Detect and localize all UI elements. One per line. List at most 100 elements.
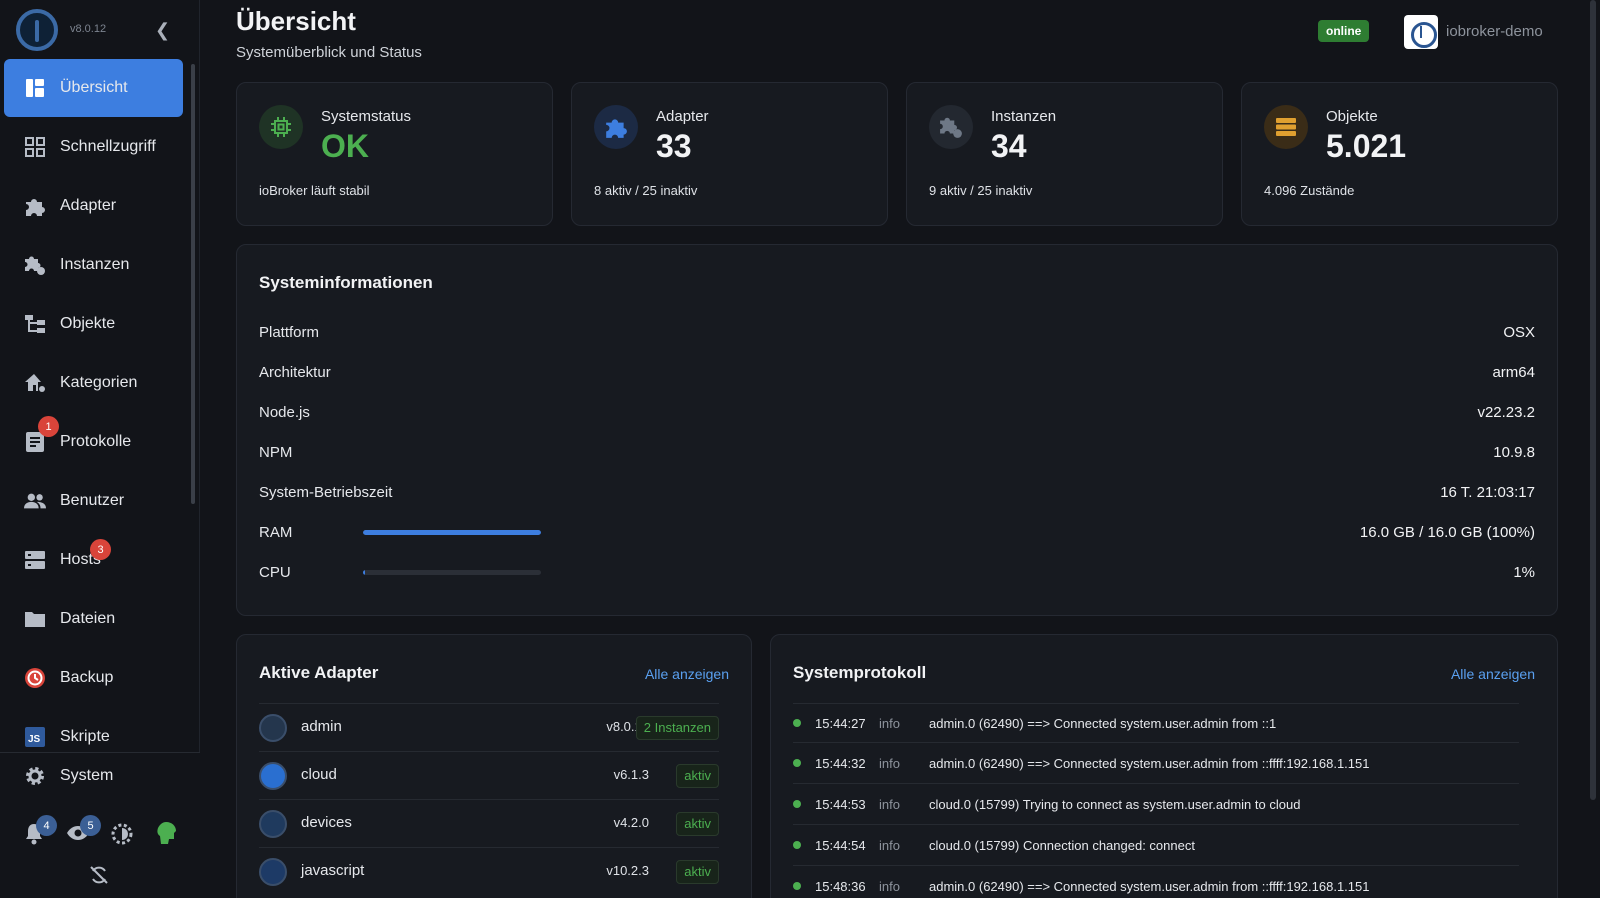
sidebar-item-label: Schnellzugriff [60, 138, 156, 155]
stat-card-instanzen: Instanzen 34 9 aktiv / 25 inaktiv [906, 82, 1223, 226]
log-time: 15:44:32 [815, 756, 866, 771]
log-level: info [879, 756, 900, 771]
cpu-progress-bar [363, 570, 541, 575]
info-value: OSX [1503, 324, 1535, 341]
sidebar-item-adapter[interactable]: Adapter [4, 177, 183, 235]
log-status-dot [793, 841, 801, 849]
log-time: 15:44:27 [815, 716, 866, 731]
main-scrollbar[interactable] [1590, 0, 1596, 800]
sync-off-icon[interactable] [89, 865, 109, 890]
admin-adapter-icon [259, 714, 287, 742]
info-value: v22.23.2 [1477, 404, 1535, 421]
stat-subtext: ioBroker läuft stabil [259, 183, 370, 198]
stat-value: OK [321, 128, 369, 164]
stat-label: Adapter [656, 108, 709, 125]
gear-icon [24, 765, 46, 787]
devices-adapter-icon [259, 810, 287, 838]
host-name[interactable]: iobroker-demo [1446, 23, 1543, 40]
stat-label: Objekte [1326, 108, 1378, 125]
section-title: Aktive Adapter [259, 663, 379, 682]
main-content: Übersicht Systemüberblick und Status onl… [200, 0, 1582, 898]
sidebar-item-label: Backup [60, 669, 114, 686]
log-message: cloud.0 (15799) Trying to connect as sys… [929, 797, 1301, 812]
dashboard-icon [24, 77, 46, 99]
adapter-name: javascript [301, 862, 365, 879]
adapters-show-all-link[interactable]: Alle anzeigen [645, 666, 729, 682]
sidebar-item-label: Kategorien [60, 374, 138, 391]
info-label: Architektur [259, 364, 331, 381]
log-message: admin.0 (62490) ==> Connected system.use… [929, 879, 1370, 894]
stat-label: Instanzen [991, 108, 1057, 125]
server-icon [24, 549, 46, 571]
stat-subtext: 4.096 Zustände [1264, 183, 1355, 198]
log-status-dot [793, 719, 801, 727]
stat-card-systemstatus: Systemstatus OK ioBroker läuft stabil [236, 82, 553, 226]
log-message: cloud.0 (15799) Connection changed: conn… [929, 838, 1195, 853]
log-row: 15:48:36 info admin.0 (62490) ==> Connec… [793, 867, 1519, 898]
js-icon: JS [24, 726, 46, 748]
stat-value: 33 [656, 128, 692, 164]
info-label: RAM [259, 524, 293, 541]
log-show-all-link[interactable]: Alle anzeigen [1451, 666, 1535, 682]
sidebar-item-objekte[interactable]: Objekte [4, 295, 183, 353]
sidebar-item-kategorien[interactable]: Kategorien [4, 354, 183, 412]
sidebar-item-hosts[interactable]: Hosts 3 [4, 531, 183, 589]
sidebar-item-label: Instanzen [60, 256, 130, 273]
host-logo-icon [1404, 15, 1438, 49]
puzzle-icon [24, 195, 46, 217]
section-title: Systeminformationen [259, 273, 433, 292]
adapter-version: v10.2.3 [606, 863, 649, 878]
log-level: info [879, 879, 900, 894]
svg-text:JS: JS [28, 734, 41, 745]
sidebar-item-system[interactable]: System [4, 756, 183, 796]
sidebar-item-label: Protokolle [60, 433, 132, 450]
section-title: Systemprotokoll [793, 663, 927, 682]
users-icon [24, 490, 46, 512]
hosts-badge: 3 [90, 539, 111, 560]
expert-mode-icon[interactable] [156, 821, 178, 850]
theme-toggle-icon[interactable] [111, 823, 133, 850]
adapter-status-tag: 2 Instanzen [635, 716, 719, 740]
sidebar-scrollbar[interactable] [191, 64, 195, 504]
info-value: 1% [1513, 564, 1535, 581]
page-subtitle: Systemüberblick und Status [236, 44, 422, 61]
sidebar-item-label: Skripte [60, 728, 110, 745]
log-status-dot [793, 882, 801, 890]
adapter-row[interactable]: javascript v10.2.3 aktiv [259, 847, 719, 894]
cloud-adapter-icon [259, 762, 287, 790]
ram-progress-fill [363, 530, 541, 535]
sidebar-item-instanzen[interactable]: Instanzen [4, 236, 183, 294]
grid-icon [24, 136, 46, 158]
stat-card-adapter: Adapter 33 8 aktiv / 25 inaktiv [571, 82, 888, 226]
info-label: System-Betriebszeit [259, 484, 393, 501]
iobroker-logo[interactable] [16, 9, 58, 51]
status-badge: online [1318, 20, 1370, 42]
version-label: v8.0.12 [70, 23, 107, 35]
sidebar-footer: System 4 5 [0, 752, 200, 898]
info-label: CPU [259, 564, 291, 581]
adapter-row[interactable]: devices v4.2.0 aktiv [259, 799, 719, 846]
sidebar-item-dateien[interactable]: Dateien [4, 590, 183, 648]
log-row: 15:44:54 info cloud.0 (15799) Connection… [793, 826, 1519, 866]
log-level: info [879, 716, 900, 731]
protokolle-badge: 1 [38, 416, 59, 437]
home-icon [24, 372, 46, 394]
log-time: 15:44:54 [815, 838, 866, 853]
adapter-row[interactable]: cloud v6.1.3 aktiv [259, 751, 719, 798]
notifications-badge: 4 [36, 815, 57, 836]
system-info-card: Systeminformationen Plattform OSX Archit… [236, 244, 1558, 616]
adapter-name: cloud [301, 766, 337, 783]
adapter-row[interactable]: admin v8.0.12 2 Instanzen [259, 703, 719, 750]
log-row: 15:44:27 info admin.0 (62490) ==> Connec… [793, 703, 1519, 743]
collapse-sidebar-icon[interactable]: ❮ [155, 20, 170, 41]
sidebar-item-schnellzugriff[interactable]: Schnellzugriff [4, 118, 183, 176]
sidebar-item-uebersicht[interactable]: Übersicht [4, 59, 183, 117]
sidebar-item-label: System [60, 767, 114, 784]
info-value: arm64 [1492, 364, 1535, 381]
sidebar-item-backup[interactable]: Backup [4, 649, 183, 707]
sidebar-item-protokolle[interactable]: Protokolle 1 [4, 413, 183, 471]
sidebar-item-benutzer[interactable]: Benutzer [4, 472, 183, 530]
log-status-dot [793, 759, 801, 767]
log-level: info [879, 797, 900, 812]
sidebar-item-label: Objekte [60, 315, 116, 332]
